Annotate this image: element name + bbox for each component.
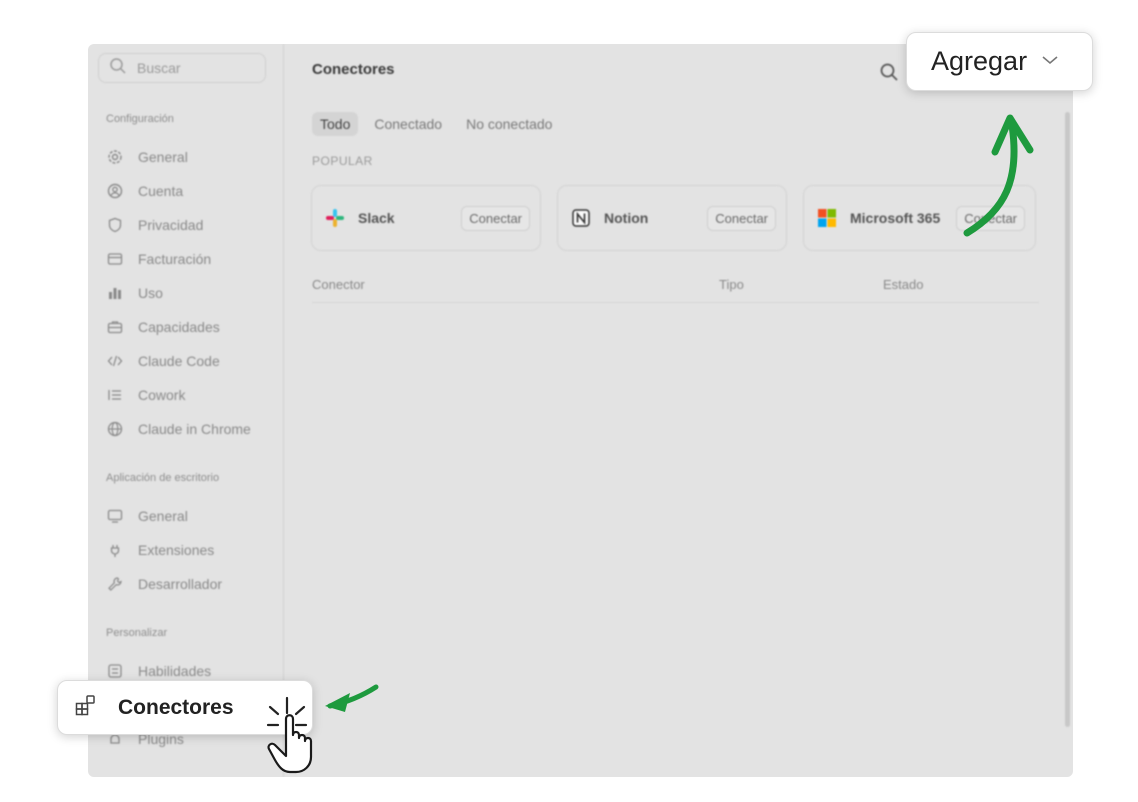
curved-arrow-to-add-button bbox=[963, 114, 1034, 237]
arrow-to-connectors-item bbox=[325, 684, 379, 712]
annotation-overlay bbox=[266, 114, 1034, 774]
hand-cursor-icon bbox=[267, 714, 313, 774]
